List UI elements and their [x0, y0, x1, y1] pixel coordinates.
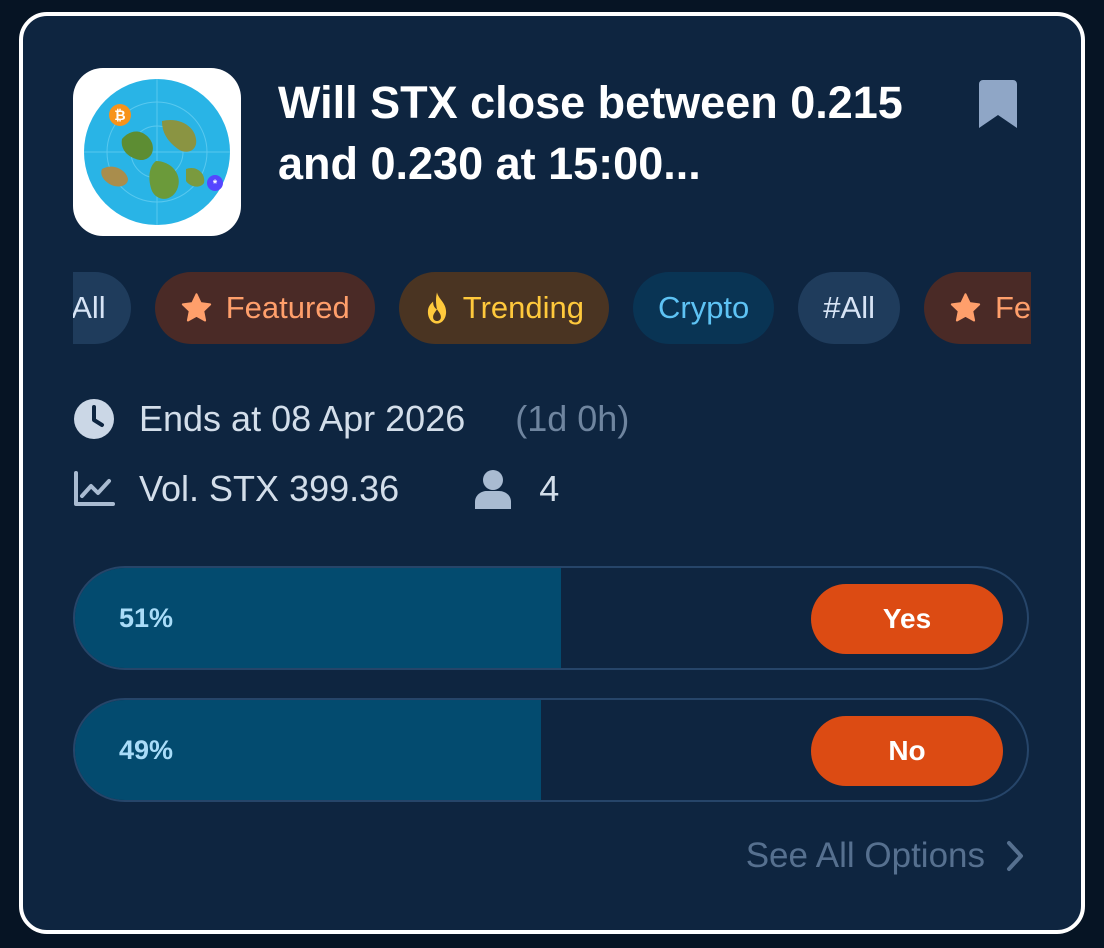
clock-icon [74, 399, 114, 439]
option-percent: 49% [119, 735, 174, 765]
tag-label: Crypto [657, 290, 750, 325]
fire-icon [427, 292, 446, 324]
star-icon [181, 293, 211, 322]
end-time: Ends at 08 Apr 2026 [139, 398, 466, 439]
tag-carousel[interactable]: #All Featured Trending Crypto #All [73, 272, 1031, 344]
tag-label: Featured [995, 290, 1031, 325]
svg-text:*: * [213, 178, 218, 190]
market-title: Will STX close between 0.215 and 0.230 a… [278, 77, 903, 189]
tag-label: #All [823, 290, 875, 325]
volume: Vol. STX 399.36 [139, 468, 400, 509]
globe-icon: ₿ * [84, 79, 230, 225]
time-remaining: (1d 0h) [515, 398, 630, 439]
tag-all[interactable]: #All [73, 272, 131, 344]
see-all-options-link[interactable]: See All Options [746, 836, 1025, 876]
tag-label: Trending [462, 290, 584, 325]
participant-count: 4 [539, 468, 560, 509]
no-button[interactable]: No [811, 716, 1003, 786]
bookmark-button[interactable] [979, 80, 1017, 133]
user-icon [475, 470, 512, 509]
tag-crypto[interactable]: Crypto [632, 272, 775, 344]
yes-button[interactable]: Yes [811, 584, 1003, 654]
option-percent: 51% [119, 603, 174, 633]
market-thumbnail: ₿ * [73, 68, 241, 236]
star-icon [950, 293, 981, 322]
option-no[interactable]: 49% No [73, 698, 1029, 802]
tag-featured[interactable]: Featured [154, 272, 375, 344]
market-card[interactable]: ₿ * Will STX close between 0.215 and 0.2… [19, 12, 1085, 934]
tag-featured[interactable]: Featured [924, 272, 1031, 344]
chevron-right-icon [1007, 841, 1023, 871]
volume-row: Vol. STX 399.36 4 [73, 468, 559, 510]
tag-all[interactable]: #All [798, 272, 900, 344]
end-time-row: Ends at 08 Apr 2026 (1d 0h) [73, 398, 629, 440]
tag-label: #All [73, 290, 106, 325]
bookmark-icon [979, 80, 1017, 128]
svg-text:₿: ₿ [114, 107, 125, 123]
tag-trending[interactable]: Trending [398, 272, 609, 344]
option-yes[interactable]: 51% Yes [73, 566, 1029, 670]
chart-line-icon [74, 471, 115, 506]
tag-label: Featured [225, 290, 350, 325]
see-all-label: See All Options [745, 836, 985, 875]
